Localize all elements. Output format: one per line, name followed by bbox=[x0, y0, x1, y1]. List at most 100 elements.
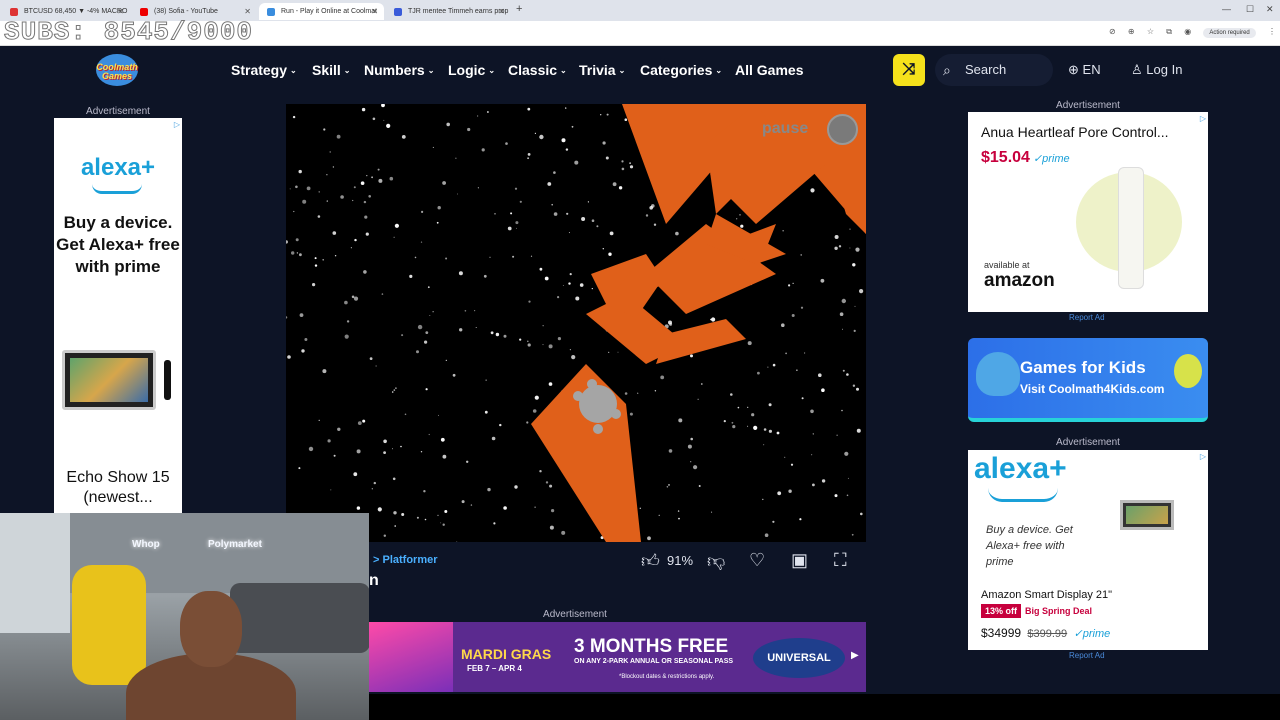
star bbox=[723, 420, 726, 423]
star bbox=[654, 390, 657, 392]
star bbox=[400, 445, 402, 448]
star bbox=[764, 533, 769, 537]
breadcrumb[interactable]: > Platformer bbox=[373, 554, 438, 566]
close-window-button[interactable]: ✕ bbox=[1266, 4, 1274, 15]
login-button[interactable]: ♙ Log In bbox=[1131, 62, 1182, 78]
star bbox=[571, 355, 576, 360]
star bbox=[608, 351, 610, 353]
chevron-right-icon[interactable]: ▶ bbox=[851, 650, 859, 661]
star bbox=[491, 436, 496, 441]
star bbox=[519, 200, 522, 203]
new-tab-button[interactable]: + bbox=[516, 3, 522, 15]
star bbox=[852, 263, 856, 267]
star bbox=[731, 421, 734, 424]
star bbox=[298, 169, 302, 174]
action-required-button[interactable]: Action required bbox=[1203, 28, 1256, 38]
coolmath-logo[interactable]: Coolmath Games bbox=[88, 54, 146, 86]
star bbox=[677, 510, 680, 512]
extensions-icon[interactable]: ⧉ bbox=[1166, 27, 1172, 36]
adchoices-icon[interactable]: ▷ bbox=[1200, 452, 1206, 461]
eye-off-icon[interactable]: ⊘ bbox=[1109, 27, 1116, 36]
close-icon[interactable]: ✕ bbox=[371, 3, 378, 20]
star bbox=[483, 274, 487, 278]
alexa-logo: alexa+ bbox=[80, 154, 156, 181]
star-icon[interactable]: ☆ bbox=[1147, 27, 1154, 36]
thumbs-up-icon[interactable]: 👍︎ bbox=[641, 550, 660, 572]
left-ad[interactable]: ▷ alexa+ Buy a device. Get Alexa+ free w… bbox=[54, 118, 182, 514]
fullscreen-icon[interactable]: ⛶ bbox=[834, 550, 847, 571]
star bbox=[312, 283, 316, 287]
tab-tjr[interactable]: TJR mentee Timmeh earns prop ✕ bbox=[386, 3, 511, 20]
star bbox=[753, 425, 758, 430]
star bbox=[639, 507, 641, 509]
tab-coolmath[interactable]: Run - Play it Online at Coolmat ✕ bbox=[259, 3, 384, 20]
shuffle-button[interactable]: ⤨ bbox=[893, 54, 925, 86]
star bbox=[519, 338, 522, 341]
close-icon[interactable]: ✕ bbox=[498, 3, 505, 20]
star bbox=[440, 522, 442, 524]
nav-all-games[interactable]: All Games bbox=[735, 62, 803, 78]
maximize-button[interactable]: ☐ bbox=[1246, 4, 1254, 15]
star bbox=[669, 322, 673, 326]
tab-label: TJR mentee Timmeh earns prop bbox=[408, 8, 509, 15]
chevron-down-icon: ⌄ bbox=[488, 66, 496, 75]
star bbox=[293, 210, 295, 213]
game-canvas[interactable]: pause bbox=[286, 104, 866, 542]
star bbox=[444, 510, 448, 513]
nav-classic[interactable]: Classic ⌄ bbox=[508, 62, 567, 78]
star bbox=[352, 199, 354, 202]
star bbox=[842, 369, 845, 372]
star bbox=[788, 489, 792, 493]
whop-neon-sign: Whop bbox=[132, 539, 160, 550]
star bbox=[841, 409, 843, 412]
star bbox=[581, 217, 586, 221]
right-ad-anua[interactable]: ▷ Anua Heartleaf Pore Control... $15.04 ✓… bbox=[968, 112, 1208, 312]
gallery-icon[interactable]: ▣ bbox=[791, 550, 808, 571]
coolmath-icon bbox=[267, 8, 275, 16]
star bbox=[494, 213, 496, 215]
games-for-kids-banner[interactable]: Games for Kids Visit Coolmath4Kids.com bbox=[968, 338, 1208, 422]
nav-skill[interactable]: Skill ⌄ bbox=[312, 62, 351, 78]
bottom-ad[interactable]: MARDI GRAS FEB 7 – APR 4 3 MONTHS FREE O… bbox=[369, 622, 866, 692]
star bbox=[286, 240, 288, 244]
nav-logic[interactable]: Logic ⌄ bbox=[448, 62, 495, 78]
star bbox=[474, 310, 476, 312]
minimize-button[interactable]: — bbox=[1222, 4, 1231, 14]
smart-display-image bbox=[1120, 500, 1174, 530]
star bbox=[527, 107, 531, 111]
star bbox=[617, 351, 619, 353]
star bbox=[470, 504, 473, 506]
adchoices-icon[interactable]: ▷ bbox=[174, 120, 180, 129]
zoom-icon[interactable]: ⊕ bbox=[1128, 27, 1135, 36]
search-button[interactable]: ⌕ Search bbox=[935, 54, 1053, 86]
star bbox=[528, 300, 531, 303]
thumbs-down-icon[interactable]: 👎︎ bbox=[707, 550, 725, 572]
star bbox=[438, 414, 439, 416]
nav-numbers[interactable]: Numbers ⌄ bbox=[364, 62, 434, 78]
star bbox=[697, 398, 699, 400]
language-selector[interactable]: ⊕ EN bbox=[1068, 62, 1101, 78]
report-ad-link[interactable]: Report Ad bbox=[1069, 651, 1105, 660]
star bbox=[417, 324, 423, 330]
pause-button[interactable] bbox=[827, 114, 858, 145]
echo-show-image bbox=[62, 350, 156, 410]
star bbox=[516, 227, 517, 229]
nav-categories[interactable]: Categories ⌄ bbox=[640, 62, 722, 78]
star bbox=[542, 325, 544, 327]
nav-strategy[interactable]: Strategy ⌄ bbox=[231, 62, 297, 78]
nav-trivia[interactable]: Trivia ⌄ bbox=[579, 62, 625, 78]
star bbox=[427, 286, 430, 289]
star bbox=[442, 181, 446, 185]
profile-icon[interactable]: ◉ bbox=[1184, 27, 1191, 36]
report-ad-link[interactable]: Report Ad bbox=[1069, 313, 1105, 322]
octopus-icon bbox=[976, 352, 1020, 396]
menu-icon[interactable]: ⋮ bbox=[1268, 27, 1276, 36]
star bbox=[539, 267, 543, 271]
heart-icon[interactable]: ♡ bbox=[749, 550, 765, 571]
star bbox=[499, 423, 502, 427]
chevron-down-icon: ⌄ bbox=[343, 66, 351, 75]
star bbox=[855, 247, 860, 252]
stream-bottom-bar bbox=[369, 694, 1280, 720]
right-ad-alexa[interactable]: ▷ alexa+ Buy a device. Get Alexa+ free w… bbox=[968, 450, 1208, 650]
adchoices-icon[interactable]: ▷ bbox=[1200, 114, 1206, 123]
